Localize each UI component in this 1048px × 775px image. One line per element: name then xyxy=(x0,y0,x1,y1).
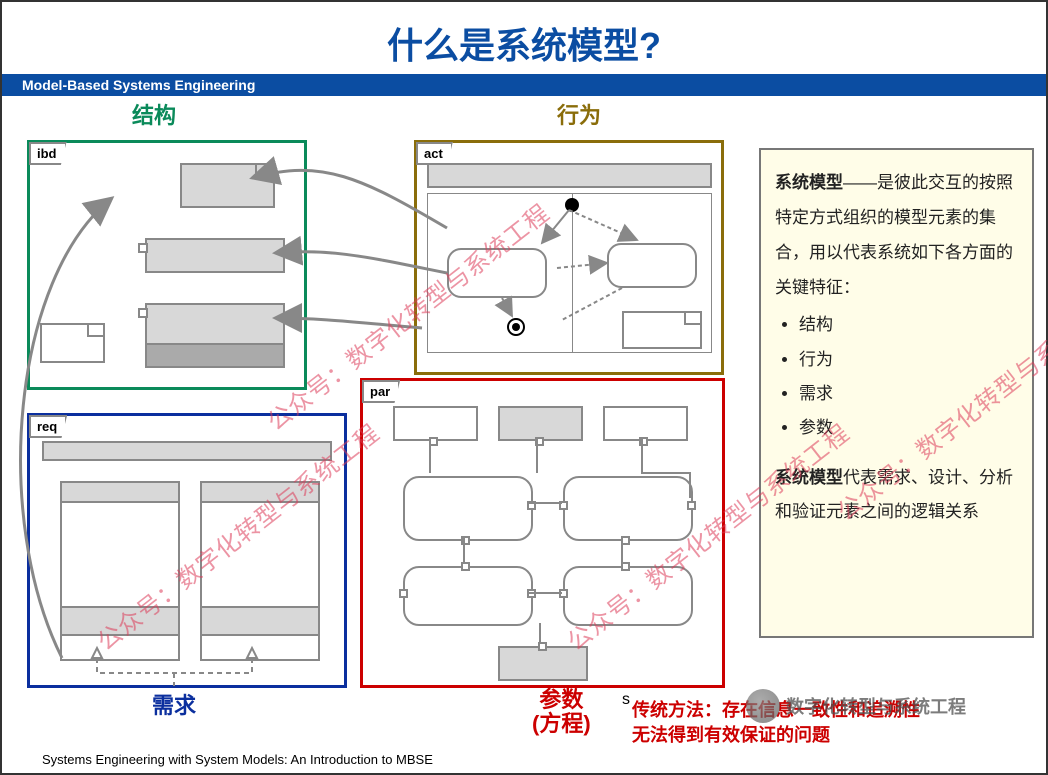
act-header xyxy=(427,163,712,188)
definition-para1: 系统模型——是彼此交互的按照特定方式组织的模型元素的集合，用以代表系统如下各方面… xyxy=(775,166,1018,305)
par-port xyxy=(687,501,696,510)
par-port xyxy=(559,501,568,510)
label-requirement: 需求 xyxy=(152,688,196,720)
req-header xyxy=(42,441,332,461)
bullet-item: 行为 xyxy=(799,344,1018,376)
panel-tag-req: req xyxy=(29,415,67,438)
req-block-mid xyxy=(200,606,320,636)
bullet-item: 结构 xyxy=(799,309,1018,341)
par-port xyxy=(621,562,630,571)
act-initial-node-icon xyxy=(565,198,579,212)
par-constraint xyxy=(403,566,533,626)
page-title: 什么是系统模型? xyxy=(2,2,1046,74)
panel-tag-act: act xyxy=(416,142,453,165)
par-port xyxy=(527,501,536,510)
panel-behavior-act: act xyxy=(414,140,724,375)
ibd-note xyxy=(40,323,105,363)
par-port xyxy=(621,536,630,545)
panel-parameter-par: par xyxy=(360,378,725,688)
ibd-port xyxy=(138,243,148,253)
par-block xyxy=(498,406,583,441)
act-note xyxy=(622,311,702,349)
par-port xyxy=(527,589,536,598)
banner-bar: Model-Based Systems Engineering xyxy=(2,74,1046,98)
ibd-block xyxy=(180,163,275,208)
label-parameter: 参数(方程) xyxy=(532,688,591,736)
req-block-head xyxy=(200,481,320,503)
logo-icon xyxy=(746,689,780,723)
par-block xyxy=(603,406,688,441)
act-final-node-icon xyxy=(507,318,525,336)
par-block xyxy=(498,646,588,681)
panel-tag-ibd: ibd xyxy=(29,142,67,165)
ibd-block xyxy=(145,343,285,368)
req-block-head xyxy=(60,481,180,503)
definition-bullets: 结构 行为 需求 参数 xyxy=(775,309,1018,444)
diagram-canvas: 结构 行为 需求 参数(方程) ibd act req xyxy=(2,98,1046,758)
par-constraint xyxy=(563,476,693,541)
label-structure: 结构 xyxy=(132,98,176,130)
label-behavior: 行为 xyxy=(557,98,601,130)
panel-requirement-req: req xyxy=(27,413,347,688)
act-divider xyxy=(572,193,573,353)
act-action xyxy=(607,243,697,288)
par-block xyxy=(393,406,478,441)
definition-box: 系统模型——是彼此交互的按照特定方式组织的模型元素的集合，用以代表系统如下各方面… xyxy=(759,148,1034,638)
par-port xyxy=(429,437,438,446)
par-port xyxy=(399,589,408,598)
bullet-item: 参数 xyxy=(799,412,1018,444)
par-port xyxy=(461,536,470,545)
par-port xyxy=(535,437,544,446)
footer-citation: Systems Engineering with System Models: … xyxy=(42,752,433,767)
par-constraint xyxy=(403,476,533,541)
req-block-mid xyxy=(60,606,180,636)
definition-para2: 系统模型代表需求、设计、分析和验证元素之间的逻辑关系 xyxy=(775,461,1018,531)
ibd-port xyxy=(138,308,148,318)
par-port xyxy=(538,642,547,651)
stray-char: s xyxy=(622,691,630,709)
par-port xyxy=(461,562,470,571)
panel-tag-par: par xyxy=(362,380,400,403)
par-constraint xyxy=(563,566,693,626)
par-port xyxy=(639,437,648,446)
par-port xyxy=(559,589,568,598)
act-action xyxy=(447,248,547,298)
ibd-block xyxy=(145,238,285,273)
logo-watermark: 数字化转型与系统工程 xyxy=(746,689,966,723)
panel-structure-ibd: ibd xyxy=(27,140,307,390)
bullet-item: 需求 xyxy=(799,378,1018,410)
